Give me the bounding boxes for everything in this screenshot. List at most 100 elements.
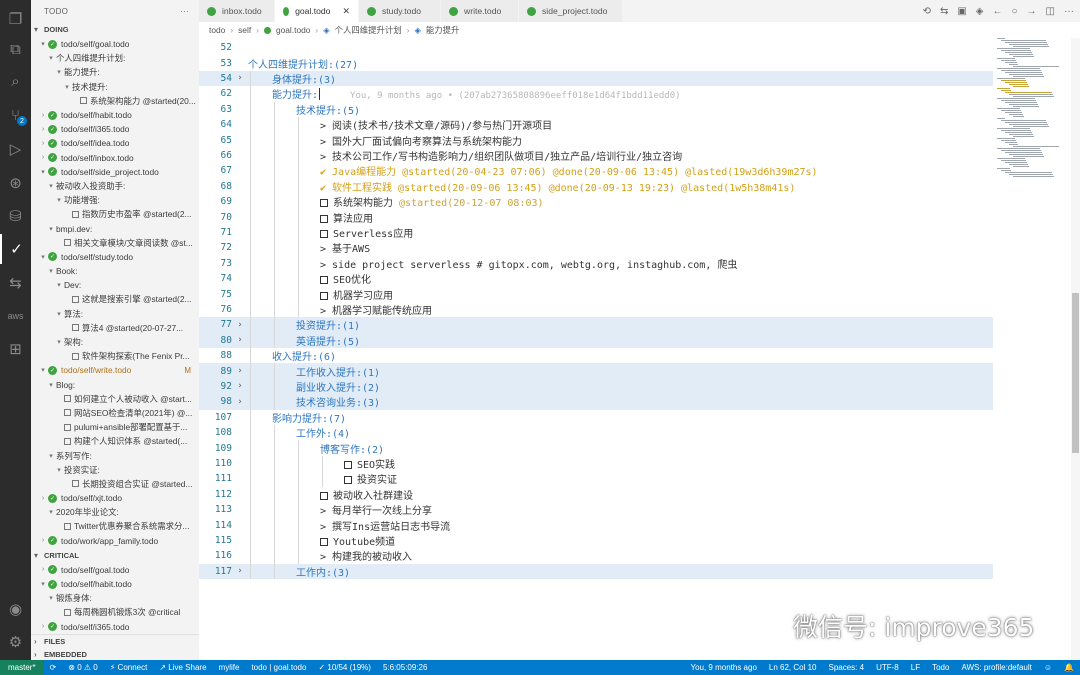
tree-todo-item[interactable]: 如何建立个人被动收入 @start... [31, 392, 199, 406]
tree-file-node[interactable]: › ✓ todo/self/xjt.todo [31, 491, 199, 505]
editor-line[interactable]: 74 SEO优化 [199, 271, 993, 286]
tree-group-node[interactable]: ▾ Blog: [31, 378, 199, 392]
status-item[interactable]: mylife [213, 663, 246, 672]
section-critical[interactable]: ▾ CRITICAL [31, 548, 199, 563]
aws-icon[interactable]: aws [0, 301, 31, 331]
fold-chevron-icon[interactable]: › [232, 320, 248, 330]
status-item[interactable]: Spaces: 4 [823, 663, 871, 672]
git-node-icon[interactable]: ○ [1012, 6, 1018, 17]
status-item[interactable]: ⊗ 0 ⚠ 0 [62, 663, 103, 672]
status-item[interactable]: Ln 62, Col 10 [763, 663, 823, 672]
tree-todo-item[interactable]: 构建个人知识体系 @started(... [31, 434, 199, 448]
editor-line[interactable]: 109 博客写作:(2) [199, 440, 993, 456]
fold-chevron-icon[interactable]: › [232, 397, 248, 407]
editor-line[interactable]: 72 > 基于AWS [199, 240, 993, 255]
tree-group-node[interactable]: ▾ 投资实证: [31, 463, 199, 477]
status-item[interactable]: Todo [926, 663, 955, 672]
todo-check-icon[interactable]: ✓ [0, 234, 31, 264]
editor-line[interactable]: 77 › 投资提升:(1) [199, 317, 993, 333]
section-doing[interactable]: ▾ DOING [31, 22, 199, 37]
breadcrumb-item[interactable]: 能力提升 [426, 24, 460, 36]
close-icon[interactable]: ✕ [342, 6, 350, 17]
copy-icon[interactable]: ⧉ [0, 34, 31, 64]
editor-line[interactable]: 76 > 机器学习赋能传统应用 [199, 302, 993, 317]
editor-line[interactable]: 73 > side project serverless # gitopx.com… [199, 256, 993, 271]
tree-todo-item[interactable]: 网站SEO检查清单(2021年) @... [31, 406, 199, 420]
tree-todo-item[interactable]: 算法4 @started(20-07-27... [31, 321, 199, 335]
next-change-icon[interactable]: → [1027, 6, 1037, 17]
editor-line[interactable]: 98 › 技术咨询业务:(3) [199, 394, 993, 410]
account-icon[interactable]: ◉ [0, 594, 31, 624]
editor-line[interactable]: 52 [199, 40, 993, 55]
remote-icon[interactable]: ⇆ [0, 268, 31, 298]
editor-line[interactable]: 107 影响力提升:(7) [199, 410, 993, 425]
tree-group-node[interactable]: ▾ 功能增强: [31, 193, 199, 207]
tab-side_project-todo[interactable]: side_project.todo [519, 0, 623, 22]
more-icon[interactable]: ··· [1064, 6, 1074, 17]
status-item[interactable]: ↗ Live Share [153, 663, 212, 672]
section-files[interactable]: › FILES [31, 635, 199, 648]
tree-todo-item[interactable]: 系统架构能力 @started(20... [31, 94, 199, 108]
tree-file-node[interactable]: › ✓ todo/self/goal.todo [31, 563, 199, 577]
search-icon[interactable]: ⌕ [0, 66, 31, 96]
previous-change-icon[interactable]: ← [993, 6, 1003, 17]
tree-group-node[interactable]: ▾ 架构: [31, 335, 199, 349]
editor-line[interactable]: 68 ✔ 软件工程实践 @started(20-09-06 13:45) @don… [199, 179, 993, 194]
timeline-icon[interactable]: ⟲ [923, 6, 931, 17]
tree-file-node[interactable]: › ✓ todo/self/i365.todo [31, 122, 199, 136]
status-item[interactable]: UTF-8 [870, 663, 905, 672]
tree-todo-item[interactable]: pulumi+ansible部署配置基于... [31, 420, 199, 434]
vertical-scrollbar[interactable] [1071, 38, 1080, 660]
status-item[interactable]: todo | goal.todo [245, 663, 312, 672]
tab-goal-todo[interactable]: goal.todo ✕ [275, 0, 359, 22]
editor-line[interactable]: 63 技术提升:(5) [199, 102, 993, 117]
tree-todo-item[interactable]: 指数历史市盈率 @started(2... [31, 207, 199, 221]
status-item[interactable]: ☺ [1038, 663, 1058, 672]
tree-file-node[interactable]: ▾ ✓ todo/self/goal.todo [31, 37, 199, 51]
tab-inbox-todo[interactable]: inbox.todo [199, 0, 275, 22]
tree-group-node[interactable]: ▾ 算法: [31, 307, 199, 321]
editor-line[interactable]: 75 机器学习应用 [199, 286, 993, 302]
status-item[interactable]: ⟳ [44, 663, 63, 672]
status-item[interactable]: 🔔 [1058, 663, 1080, 672]
tree-group-node[interactable]: ▾ 能力提升: [31, 65, 199, 79]
editor-line[interactable]: 67 ✔ Java编程能力 @started(20-04-23 07:06) @d… [199, 163, 993, 178]
git-history-icon[interactable]: ⊛ [0, 168, 31, 198]
editor-line[interactable]: 88 收入提升:(6) [199, 348, 993, 363]
editor-line[interactable]: 114 > 撰写Ins运营站日志书导流 [199, 517, 993, 533]
tab-study-todo[interactable]: study.todo [359, 0, 441, 22]
tree-group-node[interactable]: ▾ bmpi.dev: [31, 221, 199, 235]
editor-line[interactable]: 117 › 工作内:(3) [199, 563, 993, 579]
tree-todo-item[interactable]: 相关文章模块/文章阅读数 @st... [31, 236, 199, 250]
run-debug-icon[interactable]: ▷ [0, 134, 31, 164]
editor-line[interactable]: 80 › 英语提升:(5) [199, 332, 993, 348]
editor-line[interactable]: 108 工作外:(4) [199, 425, 993, 440]
section-embedded[interactable]: › EMBEDDED [31, 648, 199, 660]
editor-line[interactable]: 111 投资实证 [199, 471, 993, 486]
split-editor-icon[interactable]: ◫ [1046, 6, 1055, 17]
editor-line[interactable]: 113 > 每月举行一次线上分享 [199, 502, 993, 517]
tree-group-node[interactable]: ▾ 技术提升: [31, 80, 199, 94]
tree-file-node[interactable]: ›✓ todo/self/idea.todo [31, 136, 199, 150]
status-item[interactable]: ⚡ Connect [104, 663, 154, 672]
tree-todo-item[interactable]: 长期投资组合实证 @started... [31, 477, 199, 491]
tree-group-node[interactable]: ▾ 个人四维提升计划: [31, 51, 199, 65]
editor-line[interactable]: 69 系统架构能力 @started(20-12-07 08:03) [199, 194, 993, 209]
tree-file-node[interactable]: › ✓ todo/work/app_family.todo [31, 534, 199, 548]
tree-group-node[interactable]: ▾ 系列写作: [31, 448, 199, 462]
editor-line[interactable]: 64 > 阅读(技术书/技术文章/源码)/参与热门开源项目 [199, 117, 993, 132]
tree-file-node[interactable]: ▾ ✓ todo/self/write.todo M [31, 363, 199, 377]
breadcrumb-item[interactable]: 个人四维提升计划 [335, 24, 402, 36]
tree-todo-item[interactable]: Twitter优惠券聚合系统需求分... [31, 519, 199, 533]
breadcrumb-item[interactable]: goal.todo [276, 25, 310, 35]
fold-chevron-icon[interactable]: › [232, 566, 248, 576]
fold-chevron-icon[interactable]: › [232, 335, 248, 345]
tree-todo-item[interactable]: 这就是搜索引擎 @started(2... [31, 292, 199, 306]
tree-file-node[interactable]: › ✓ todo/self/i365.todo [31, 620, 199, 634]
editor-line[interactable]: 112 被动收入社群建设 [199, 487, 993, 502]
commit-icon[interactable]: ◈ [976, 6, 984, 17]
tab-write-todo[interactable]: write.todo [441, 0, 519, 22]
editor-line[interactable]: 54 › 身体提升:(3) [199, 70, 993, 87]
extensions-icon[interactable]: ⊞ [0, 334, 31, 364]
code-editor[interactable]: 52 53 个人四维提升计划:(27) 54 › 身体提升:(3) 62 能力提升: You, … [199, 38, 993, 660]
